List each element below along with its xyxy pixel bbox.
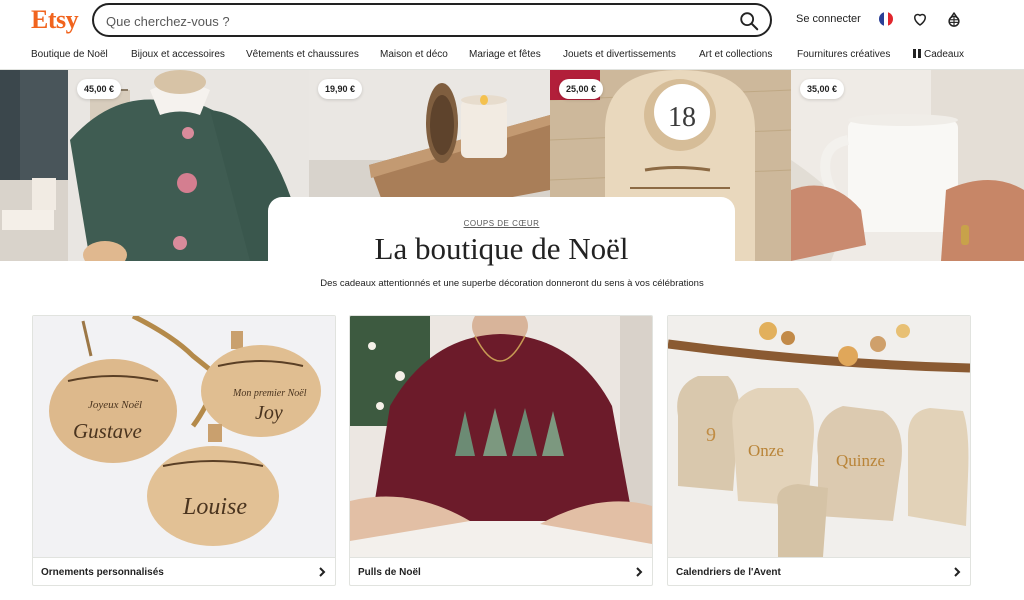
signin-link[interactable]: Se connecter (796, 13, 861, 25)
bag-label: 9 (706, 424, 716, 446)
ornament-name: Gustave (73, 419, 142, 443)
price-tag: 35,00 € (800, 79, 845, 99)
heart-icon[interactable] (911, 10, 929, 28)
chevron-right-icon[interactable] (634, 567, 644, 577)
chevron-right-icon[interactable] (952, 567, 962, 577)
card-footer[interactable]: Calendriers de l'Avent (668, 557, 970, 585)
advent-bags-photo[interactable]: 9 Onze Quinze (668, 316, 970, 557)
category-nav: Boutique de Noël Bijoux et accessoires V… (0, 40, 1024, 70)
nav-item-cadeaux[interactable]: Cadeaux (913, 49, 964, 60)
etsy-logo[interactable]: Etsy (31, 5, 79, 35)
nav-item-art[interactable]: Art et collections (699, 49, 772, 60)
green-sweater-photo[interactable]: 45,00 € (0, 70, 309, 261)
nav-item-fournitures[interactable]: Fournitures créatives (797, 49, 890, 60)
price-tag: 19,90 € (318, 79, 363, 99)
page-title: La boutique de Noël (374, 231, 629, 266)
ornament-name: Louise (182, 494, 247, 520)
search-icon[interactable] (738, 10, 760, 32)
wooden-ornaments-photo[interactable]: Joyeux Noël Gustave Mon premier Noël Joy… (33, 316, 335, 557)
category-card-advent[interactable]: 9 Onze Quinze Calendriers de l'Avent (667, 315, 971, 586)
fr-flag-icon[interactable] (879, 12, 893, 26)
nav-item-vetements[interactable]: Vêtements et chaussures (246, 49, 359, 60)
card-label[interactable]: Calendriers de l'Avent (676, 567, 781, 578)
nav-item-mariage[interactable]: Mariage et fêtes (469, 49, 541, 60)
search-bar[interactable] (92, 3, 772, 37)
feature-kicker[interactable]: COUPS DE CŒUR (268, 219, 735, 228)
card-label[interactable]: Ornements personnalisés (41, 567, 164, 578)
nav-item-jouets[interactable]: Jouets et divertissements (563, 49, 676, 60)
calendar-number: 18 (668, 102, 696, 133)
nav-item-bijoux[interactable]: Bijoux et accessoires (131, 49, 225, 60)
feature-subtitle: Des cadeaux attentionnés et une superbe … (320, 278, 704, 289)
nav-item-boutique-noel[interactable]: Boutique de Noël (31, 49, 108, 60)
category-card-sweaters[interactable]: Pulls de Noël (349, 315, 653, 586)
svg-text:Mon premier Noël: Mon premier Noël (232, 388, 307, 399)
ornament-name: Joy (255, 402, 283, 424)
basket-icon[interactable] (945, 10, 963, 28)
price-tag: 45,00 € (77, 79, 122, 99)
svg-text:Joyeux Noël: Joyeux Noël (88, 399, 142, 411)
chevron-right-icon[interactable] (317, 567, 327, 577)
search-input[interactable] (106, 11, 726, 31)
white-mug-photo[interactable]: 35,00 € (791, 70, 1024, 261)
card-footer[interactable]: Pulls de Noël (350, 557, 652, 585)
bag-label: Quinze (836, 451, 885, 470)
gift-icon (913, 49, 921, 58)
nav-item-maison[interactable]: Maison et déco (380, 49, 448, 60)
price-tag: 25,00 € (559, 79, 604, 99)
feature-kicker-label[interactable]: COUPS DE CŒUR (464, 219, 540, 228)
category-card-ornaments[interactable]: Joyeux Noël Gustave Mon premier Noël Joy… (32, 315, 336, 586)
burgundy-sweater-photo[interactable] (350, 316, 652, 557)
nav-item-cadeaux-label: Cadeaux (924, 49, 965, 60)
header: Etsy Se connecter (0, 0, 1024, 40)
bag-label: Onze (748, 441, 784, 460)
card-footer[interactable]: Ornements personnalisés (33, 557, 335, 585)
card-label[interactable]: Pulls de Noël (358, 567, 421, 578)
